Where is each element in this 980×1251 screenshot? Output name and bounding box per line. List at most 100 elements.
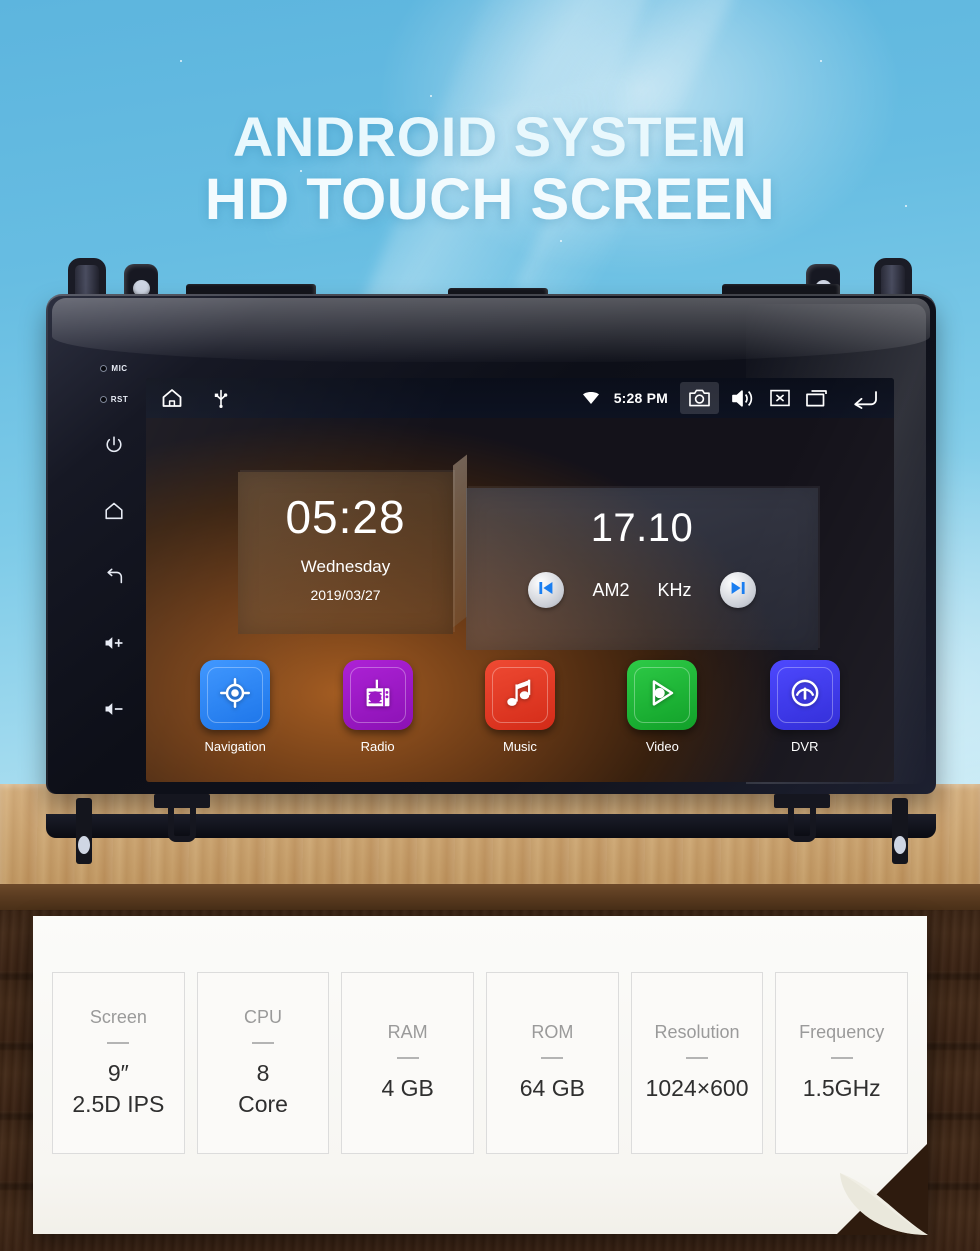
- clock-widget[interactable]: 05:28 Wednesday 2019/03/27: [238, 472, 453, 634]
- spec-value: 64 GB: [519, 1075, 585, 1102]
- app-navigation[interactable]: Navigation: [192, 660, 278, 754]
- volume-down-button[interactable]: [101, 698, 127, 724]
- wifi-indicator: [582, 391, 600, 405]
- mount-clip-left: [154, 794, 210, 848]
- radio-band: AM2: [592, 579, 630, 600]
- recents-icon: [805, 388, 828, 408]
- app-label: Video: [645, 739, 679, 754]
- skip-previous-icon: [537, 579, 555, 602]
- radio-next-button[interactable]: [719, 572, 756, 608]
- spec-value: 8 Core: [238, 1060, 288, 1117]
- sky-speck: [180, 60, 182, 62]
- clock-widget-3d-edge: [453, 454, 467, 628]
- skip-next-icon: [729, 579, 747, 602]
- back-button[interactable]: [850, 387, 880, 409]
- spec-key: Resolution: [654, 1022, 740, 1043]
- app-video[interactable]: Video: [619, 660, 705, 754]
- app-label: Radio: [360, 739, 395, 754]
- reset-hole[interactable]: RST: [99, 395, 129, 404]
- bezel-gloss: [52, 298, 930, 362]
- touch-screen[interactable]: 5:28 PM 05:28 Wednesday 2019/03/27 17.10…: [146, 378, 894, 782]
- clock-date: 2019/03/27: [310, 587, 381, 603]
- spec-divider: [107, 1042, 130, 1045]
- spec-divider: [830, 1057, 853, 1060]
- back-arrow-icon: [103, 566, 125, 593]
- spec-divider: [541, 1057, 564, 1060]
- reset-label: RST: [110, 395, 129, 404]
- mic-hole-dot: [100, 365, 108, 372]
- spec-card: Screen 9″ 2.5D IPS: [52, 972, 185, 1154]
- power-button[interactable]: [101, 434, 127, 460]
- recents-button[interactable]: [805, 388, 828, 408]
- gauge-icon: [786, 674, 824, 717]
- spec-divider: [686, 1057, 709, 1060]
- radio-prev-button[interactable]: [528, 572, 565, 608]
- radio-unit: KHz: [657, 579, 692, 600]
- page-curl: [836, 1143, 928, 1235]
- side-button-panel: MIC RST: [90, 364, 138, 784]
- hero-headline: ANDROID SYSTEM HD TOUCH SCREEN: [0, 109, 980, 228]
- volume-icon: [731, 388, 755, 409]
- mount-foot-right: [892, 798, 908, 864]
- app-dvr[interactable]: DVR: [762, 660, 848, 754]
- back-arrow-icon: [850, 387, 880, 409]
- close-button[interactable]: [769, 388, 791, 408]
- mic-label: MIC: [111, 364, 128, 373]
- spec-card: Resolution 1024×600: [630, 972, 764, 1154]
- spec-value: 1.5GHz: [802, 1075, 881, 1102]
- spec-divider: [252, 1042, 274, 1045]
- spec-card: Frequency 1.5GHz: [775, 972, 909, 1154]
- power-icon: [103, 434, 125, 461]
- video-tile[interactable]: [627, 660, 698, 730]
- app-music[interactable]: Music: [477, 660, 563, 754]
- spec-list: Screen 9″ 2.5D IPS CPU 8 Core RAM 4 GB ROM…: [52, 972, 909, 1154]
- wood-table-edge: [0, 884, 980, 910]
- close-box-icon: [769, 388, 791, 408]
- usb-icon: [212, 387, 230, 409]
- video-play-icon: [643, 674, 681, 717]
- spec-card: ROM 64 GB: [486, 972, 619, 1154]
- volume-button[interactable]: [731, 388, 755, 409]
- screenshot-button[interactable]: [680, 382, 719, 414]
- spec-key: ROM: [531, 1022, 574, 1043]
- spec-card: RAM 4 GB: [341, 972, 475, 1154]
- home-button[interactable]: [101, 500, 127, 526]
- volume-up-button[interactable]: [101, 632, 127, 658]
- statusbar-home-button[interactable]: [160, 386, 184, 410]
- spec-sheet: Screen 9″ 2.5D IPS CPU 8 Core RAM 4 GB ROM…: [33, 916, 928, 1235]
- navigation-target-icon: [216, 674, 254, 717]
- radio-frequency: 17.10: [590, 506, 694, 550]
- mic-hole: MIC: [100, 364, 127, 373]
- home-icon: [160, 386, 184, 410]
- status-clock: 5:28 PM: [613, 390, 668, 406]
- spec-divider: [396, 1057, 419, 1060]
- spec-card: CPU 8 Core: [196, 972, 330, 1154]
- music-tile[interactable]: [484, 660, 555, 730]
- back-button[interactable]: [101, 566, 127, 592]
- mount-clip-right: [774, 794, 830, 848]
- radio-widget[interactable]: 17.10 AM2 KHz: [466, 488, 818, 650]
- clock-time: 05:28: [285, 491, 406, 543]
- radio-tile[interactable]: [342, 660, 413, 730]
- clock-weekday: Wednesday: [300, 557, 391, 576]
- reset-hole-dot[interactable]: [99, 396, 107, 403]
- spec-key: RAM: [387, 1022, 428, 1043]
- app-radio[interactable]: Radio: [335, 660, 421, 754]
- navigation-tile[interactable]: [200, 660, 271, 730]
- volume-down-icon: [103, 698, 125, 725]
- android-status-bar: 5:28 PM: [146, 378, 894, 418]
- dvr-tile[interactable]: [769, 660, 840, 730]
- spec-value: 1024×600: [645, 1075, 749, 1102]
- home-icon: [103, 500, 125, 527]
- promo-page: ANDROID SYSTEM HD TOUCH SCREEN MIC RST 5…: [0, 0, 980, 1251]
- music-note-icon: [501, 674, 539, 717]
- spec-value: 4 GB: [381, 1075, 434, 1102]
- camera-icon: [688, 388, 711, 408]
- spec-key: Screen: [89, 1007, 147, 1028]
- radio-device-icon: [359, 674, 397, 717]
- app-label: Navigation: [204, 739, 266, 754]
- volume-up-icon: [103, 632, 125, 659]
- app-label: DVR: [791, 739, 819, 754]
- car-stereo-unit: MIC RST 5:28 PM 05:28 Wednesday 2019/03/…: [46, 258, 936, 864]
- spec-value: 9″ 2.5D IPS: [72, 1060, 165, 1117]
